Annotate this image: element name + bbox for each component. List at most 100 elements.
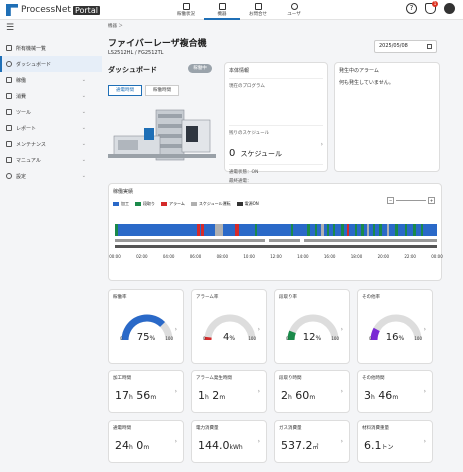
zoom-in-icon[interactable]: + — [428, 197, 435, 204]
card-title: 本体情報 — [229, 68, 250, 74]
timeline-segment — [341, 224, 344, 236]
stat-value: 144.0kWh — [198, 439, 243, 452]
logo[interactable]: ProcessNet Portal — [6, 4, 100, 16]
tab-power-time[interactable]: 通電時間 — [108, 85, 142, 96]
chat-icon — [254, 3, 262, 10]
sidebar-item-machine-list[interactable]: 所有機械一覧 — [0, 40, 102, 56]
logo-text: ProcessNet — [21, 5, 71, 15]
timeline-segment — [421, 224, 423, 236]
timeline-segment — [315, 224, 317, 236]
zoom-out-icon[interactable]: − — [387, 197, 394, 204]
sidebar-item-operation[interactable]: 稼働 ⌄ — [0, 72, 102, 88]
time-tick-label: 12:00 — [270, 254, 282, 259]
timeline-segment — [201, 224, 204, 236]
remaining-value: 0 — [229, 148, 236, 159]
sidebar-item-maintenance[interactable]: メンテナンス ⌄ — [0, 136, 102, 152]
stat-card[interactable]: ガス消費量 537.2㎥ › — [274, 420, 350, 463]
nav-user[interactable]: ユーザ — [276, 0, 312, 20]
hamburger-icon[interactable]: ☰ — [6, 23, 14, 33]
book-icon — [6, 157, 12, 163]
chevron-right-icon: › — [340, 438, 343, 445]
gauge-title: アラーム率 — [196, 295, 219, 300]
stat-title: 電力消費量 — [196, 426, 219, 431]
power-on-bar — [115, 245, 437, 248]
schedule-bar — [115, 239, 437, 242]
gauge-card[interactable]: 段取り率 0 100 12% › — [274, 289, 350, 364]
section-title: ダッシュボード — [108, 66, 157, 74]
time-axis: 00:00 02:00 04:00 06:00 08:00 10:00 12:00 14:00… — [109, 254, 443, 262]
tab-operation-time[interactable]: 稼働時間 — [145, 85, 179, 96]
stat-card[interactable]: アラーム発生時間 1h 2m › — [191, 370, 267, 413]
chevron-down-icon: ⌄ — [81, 93, 86, 99]
timeline-segment — [327, 224, 329, 236]
page-title: ファイバーレーザ複合機 — [108, 39, 207, 49]
nav-contact[interactable]: お問合せ — [240, 0, 276, 20]
gauge-card[interactable]: その他率 0 100 16% › — [357, 289, 433, 364]
sidebar-item-dashboard[interactable]: ダッシュボード — [0, 56, 102, 72]
timeline-segment — [255, 224, 257, 236]
sidebar-item-tools[interactable]: ツール ⌄ — [0, 104, 102, 120]
stat-value: 17h 56m — [115, 389, 157, 402]
stat-value: 6.1トン — [364, 439, 394, 452]
stat-card[interactable]: 電力消費量 144.0kWh › — [191, 420, 267, 463]
legend-swatch — [135, 202, 141, 206]
timeline-segment — [405, 224, 407, 236]
timeline-segment — [373, 224, 375, 236]
sidebar: 所有機械一覧 ダッシュボード 稼働 ⌄ 消費 ⌄ ツール ⌄ レポート ⌄ メンテナンス… — [0, 40, 102, 184]
stat-card[interactable]: その他時間 3h 46m › — [357, 370, 433, 413]
legend-swatch — [236, 202, 243, 206]
sidebar-item-consumption[interactable]: 消費 ⌄ — [0, 88, 102, 104]
gauge-card[interactable]: 稼働率 0 100 75% › — [108, 289, 184, 364]
timeline-segment — [379, 224, 382, 236]
legend-label: 電源ON — [244, 201, 259, 206]
sidebar-item-reports[interactable]: レポート ⌄ — [0, 120, 102, 136]
timeline-segment — [387, 224, 389, 236]
tool-icon — [6, 141, 12, 147]
legend-label: 段取り — [143, 201, 155, 206]
gauge-card[interactable]: アラーム率 0 100 4% › — [191, 289, 267, 364]
zoom-slider[interactable] — [396, 200, 426, 201]
time-tick-label: 22:00 — [404, 254, 416, 259]
chevron-down-icon: ⌄ — [81, 173, 86, 179]
timeline-segment — [413, 224, 416, 236]
timeline-segment — [115, 224, 118, 236]
user-icon — [290, 3, 298, 10]
dashboard-icon — [6, 61, 12, 67]
stat-card[interactable]: 段取り時間 2h 60m › — [274, 370, 350, 413]
cube-icon — [218, 3, 226, 10]
time-tick-label: 18:00 — [350, 254, 363, 259]
nav-machines[interactable]: 機器 — [204, 0, 240, 20]
time-tick-label: 14:00 — [297, 254, 309, 259]
top-nav: 稼働状況 機器 お問合せ ユーザ — [168, 0, 312, 20]
sidebar-item-settings[interactable]: 設定 ⌄ — [0, 168, 102, 184]
gauge-title: その他率 — [362, 295, 380, 300]
chevron-down-icon: ⌄ — [81, 125, 86, 131]
breadcrumb[interactable]: 機器 ＞ — [108, 23, 123, 29]
nav-status[interactable]: 稼働状況 — [168, 0, 204, 20]
time-tick-label: 10:00 — [243, 254, 255, 259]
stat-card[interactable]: 加工時間 17h 56m › — [108, 370, 184, 413]
stat-value: 537.2㎥ — [281, 439, 319, 452]
timeline-segment — [361, 224, 364, 236]
stat-card[interactable]: 材料消費重量 6.1トン › — [357, 420, 433, 463]
card-title: 発生中のアラーム — [339, 68, 379, 74]
remaining-schedule-label: 残りのスケジュール — [229, 131, 270, 136]
timeline-segment — [215, 224, 223, 236]
time-tabs: 通電時間 稼働時間 — [108, 85, 182, 96]
sidebar-item-manual[interactable]: マニュアル ⌄ — [0, 152, 102, 168]
avatar[interactable] — [444, 3, 455, 14]
help-icon[interactable]: ? — [406, 3, 417, 14]
timeline-segment — [355, 224, 357, 236]
chevron-down-icon: ⌄ — [81, 157, 86, 163]
date-picker[interactable]: 2025/05/08 — [374, 40, 437, 53]
legend-label: 加工 — [121, 201, 129, 206]
stat-value: 2h 60m — [281, 389, 316, 402]
bell-icon[interactable]: 1 — [425, 1, 438, 14]
chevron-right-icon[interactable]: › — [321, 141, 323, 148]
machine-image — [108, 109, 216, 161]
stat-card[interactable]: 通電時間 24h 0m › — [108, 420, 184, 463]
model-number: LS2512HL / FG2512TL — [108, 50, 164, 56]
legend-swatch — [190, 202, 197, 206]
chevron-right-icon: › — [423, 388, 426, 395]
zoom-control: − + — [387, 197, 435, 204]
